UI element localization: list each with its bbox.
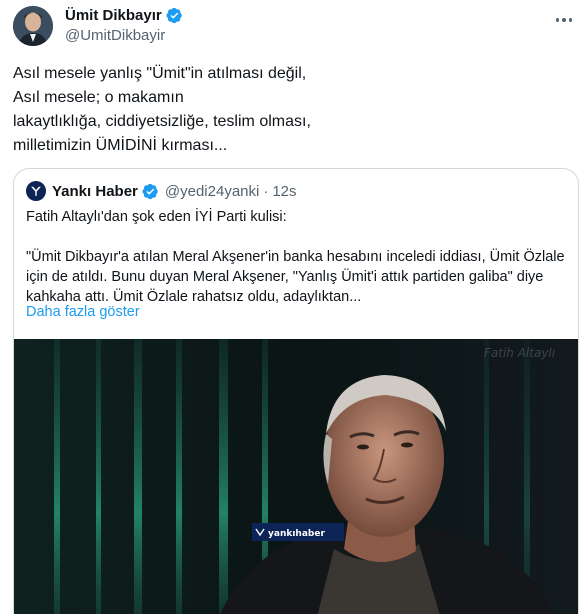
quoted-separator: ·	[263, 182, 269, 200]
show-more-link[interactable]: Daha fazla göster	[26, 304, 140, 320]
author-display-name[interactable]: Ümit Dikbayır	[65, 7, 162, 24]
tweet-text: Asıl mesele yanlış "Ümit"in atılması değ…	[13, 65, 311, 154]
quoted-text-line-1: Fatih Altaylı'dan şok eden İYİ Parti kul…	[26, 209, 287, 225]
media-watermark-logo: yankıhaber	[268, 529, 325, 539]
verified-badge-icon	[166, 7, 183, 24]
quoted-author-avatar	[26, 181, 46, 201]
media-corner-watermark: Fatih Altaylı	[484, 346, 555, 360]
tweet-header: Ümit Dikbayır @UmitDikbayir	[13, 6, 578, 46]
author-handle[interactable]: @UmitDikbayir	[65, 27, 165, 44]
quoted-text-line-2: "Ümit Dikbayır'a atılan Meral Akşener'in…	[26, 249, 565, 305]
quoted-display-name: Yankı Haber	[52, 182, 138, 200]
quoted-tweet-card[interactable]: Yankı Haber @yedi24yanki · 12s Fatih Alt…	[13, 168, 579, 614]
quoted-tweet-header: Yankı Haber @yedi24yanki · 12s	[26, 181, 297, 201]
author-name-row: Ümit Dikbayır	[65, 7, 183, 24]
quoted-verified-badge-icon	[142, 183, 159, 200]
quoted-timestamp: 12s	[272, 182, 297, 200]
more-options-icon[interactable]	[550, 10, 578, 30]
quoted-handle: @yedi24yanki	[164, 182, 260, 200]
quoted-tweet-image[interactable]: yankıhaber Fatih Altaylı	[14, 339, 578, 614]
author-avatar[interactable]	[13, 6, 53, 46]
